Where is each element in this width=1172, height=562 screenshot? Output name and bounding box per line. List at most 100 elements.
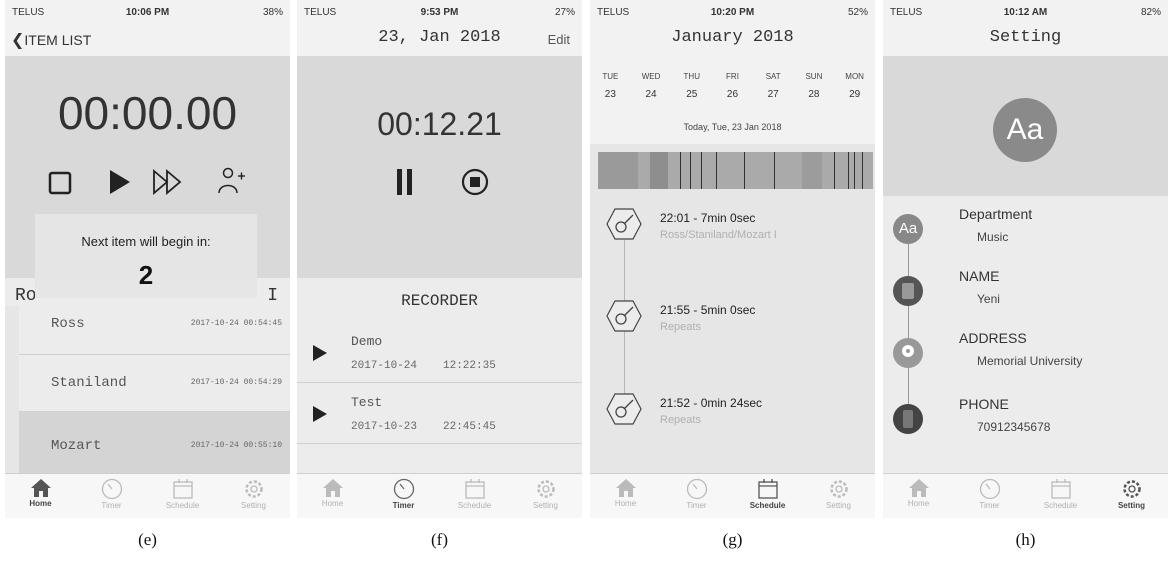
back-button[interactable]: ❮ITEM LIST bbox=[11, 30, 91, 50]
department-field[interactable]: Aa Department Music bbox=[883, 206, 1168, 256]
date-label: 26 bbox=[726, 89, 739, 100]
list-item[interactable]: Test 2017-10-23 22:45:45 bbox=[297, 383, 582, 444]
address-field[interactable]: ADDRESS Memorial University bbox=[883, 330, 1168, 380]
guitar-hexagon-icon bbox=[606, 208, 642, 240]
countdown-popup: Next item will begin in: 2 bbox=[35, 214, 257, 298]
tab-home[interactable]: Home bbox=[5, 474, 76, 518]
play-icon[interactable] bbox=[108, 168, 132, 196]
week-day[interactable]: WED 24 bbox=[631, 72, 672, 100]
tab-schedule[interactable]: Schedule bbox=[147, 474, 218, 518]
stop-record-icon[interactable] bbox=[460, 167, 490, 197]
recording-date: 2017-10-23 bbox=[351, 421, 418, 433]
nav-bar: Setting bbox=[883, 22, 1168, 56]
weekday-label: TUE bbox=[602, 72, 619, 81]
event-title: 22:01 - 7min 0sec bbox=[660, 211, 756, 225]
tab-setting[interactable]: Setting bbox=[803, 474, 874, 518]
field-label: PHONE bbox=[959, 396, 1009, 412]
list-item[interactable]: Demo 2017-10-24 12:22:35 bbox=[297, 324, 582, 383]
clock-label: 9:53 PM bbox=[420, 7, 459, 18]
tab-timer[interactable]: Timer bbox=[954, 474, 1025, 518]
weekday-label: THU bbox=[683, 72, 700, 81]
list-item[interactable]: 22:01 - 7min 0sec Ross/Staniland/Mozart … bbox=[590, 205, 875, 257]
gear-icon bbox=[829, 480, 848, 498]
date-label: 25 bbox=[686, 89, 698, 100]
tab-schedule[interactable]: Schedule bbox=[439, 474, 510, 518]
weekday-label: SAT bbox=[765, 72, 781, 81]
week-day[interactable]: MON 29 bbox=[834, 72, 875, 100]
weekday-label: SUN bbox=[805, 72, 823, 81]
tab-home[interactable]: Home bbox=[590, 474, 661, 518]
activity-bar bbox=[598, 152, 873, 189]
list-item[interactable]: 21:55 - 5min 0sec Repeats bbox=[590, 297, 875, 349]
name-field[interactable]: NAME Yeni bbox=[883, 268, 1168, 318]
week-day[interactable]: SAT 27 bbox=[753, 72, 794, 100]
fast-forward-icon[interactable] bbox=[151, 168, 185, 196]
recorder-list: RECORDER Demo 2017-10-24 12:22:35 Test 2… bbox=[297, 278, 582, 474]
tab-setting[interactable]: Setting bbox=[510, 474, 581, 518]
row-timestamp: 2017-10-24 00:55:10 bbox=[190, 441, 282, 450]
chevron-left-icon: ❮ bbox=[11, 32, 25, 49]
phone-screen-f: TELUS 9:53 PM 27% 23, Jan 2018 Edit 00:1… bbox=[297, 0, 582, 518]
pause-icon[interactable] bbox=[395, 168, 415, 196]
countdown-label: Next item will begin in: bbox=[81, 234, 211, 249]
tab-timer[interactable]: Timer bbox=[76, 474, 147, 518]
tab-home[interactable]: Home bbox=[297, 474, 368, 518]
tab-bar: Home Timer Schedule Setting bbox=[590, 473, 875, 518]
calendar-icon bbox=[757, 479, 778, 499]
date-label: 27 bbox=[767, 89, 779, 100]
phone-screen-g: TELUS 10:20 PM 52% January 2018 TUE 23 WED… bbox=[590, 0, 875, 518]
field-value: 70912345678 bbox=[977, 420, 1051, 434]
play-icon[interactable] bbox=[312, 344, 328, 362]
table-row[interactable]: Ross 2017-10-24 00:54:45 bbox=[19, 306, 290, 355]
font-icon: Aa bbox=[893, 214, 923, 244]
event-title: 21:52 - 0min 24sec bbox=[660, 396, 763, 410]
event-subtitle: Ross/Staniland/Mozart I bbox=[660, 229, 777, 241]
clock-label: 10:12 AM bbox=[1003, 7, 1048, 18]
figure-caption-h: (h) bbox=[1015, 530, 1036, 549]
timer-icon bbox=[101, 478, 122, 500]
week-day[interactable]: THU 25 bbox=[671, 72, 712, 100]
figure-caption-f: (f) bbox=[431, 530, 448, 549]
page-title: January 2018 bbox=[671, 28, 794, 47]
week-day[interactable]: FRI 26 bbox=[712, 72, 753, 100]
tab-timer[interactable]: Timer bbox=[661, 474, 732, 518]
field-value: Memorial University bbox=[977, 354, 1083, 368]
edit-button[interactable]: Edit bbox=[548, 32, 570, 47]
table-row[interactable]: Staniland 2017-10-24 00:54:29 bbox=[19, 355, 290, 412]
phone-screen-h: TELUS 10:12 AM 82% Setting Aa Aa Departm… bbox=[883, 0, 1168, 518]
calendar-icon bbox=[1050, 479, 1071, 499]
date-label: 29 bbox=[849, 89, 861, 100]
tab-bar: Home Timer Schedule Setting bbox=[5, 473, 290, 518]
field-label: Department bbox=[959, 206, 1033, 222]
tab-timer[interactable]: Timer bbox=[368, 474, 439, 518]
clock-label: 10:06 PM bbox=[125, 7, 170, 18]
phone-icon bbox=[893, 404, 923, 434]
home-icon bbox=[908, 479, 929, 497]
list-item[interactable]: 21:52 - 0min 24sec Repeats bbox=[590, 390, 875, 442]
table-row[interactable]: Mozart 2017-10-24 00:55:10 bbox=[19, 412, 290, 474]
weekday-label: FRI bbox=[726, 72, 739, 81]
tab-home[interactable]: Home bbox=[883, 474, 954, 518]
field-value: Music bbox=[977, 230, 1009, 244]
add-person-icon[interactable] bbox=[216, 166, 246, 196]
event-subtitle: Repeats bbox=[660, 414, 701, 426]
tab-schedule[interactable]: Schedule bbox=[732, 474, 803, 518]
tab-setting[interactable]: Setting bbox=[218, 474, 289, 518]
week-day[interactable]: SUN 28 bbox=[794, 72, 835, 100]
battery-label: 27% bbox=[554, 7, 575, 18]
home-icon bbox=[615, 479, 636, 497]
today-label: Today, Tue, 23 Jan 2018 bbox=[683, 122, 782, 132]
calendar-icon bbox=[464, 479, 485, 499]
play-icon[interactable] bbox=[312, 405, 328, 423]
week-day[interactable]: TUE 23 bbox=[590, 72, 631, 100]
battery-label: 82% bbox=[1140, 7, 1161, 18]
stop-icon[interactable] bbox=[48, 171, 72, 195]
phone-field[interactable]: PHONE 70912345678 bbox=[883, 396, 1168, 446]
tab-setting[interactable]: Setting bbox=[1096, 474, 1167, 518]
avatar[interactable]: Aa bbox=[993, 98, 1057, 162]
timer-display: 00:12.21 bbox=[377, 106, 502, 142]
tab-schedule[interactable]: Schedule bbox=[1025, 474, 1096, 518]
home-icon bbox=[322, 479, 343, 497]
profile-header: Aa bbox=[883, 56, 1168, 196]
row-timestamp: 2017-10-24 00:54:29 bbox=[190, 378, 282, 387]
